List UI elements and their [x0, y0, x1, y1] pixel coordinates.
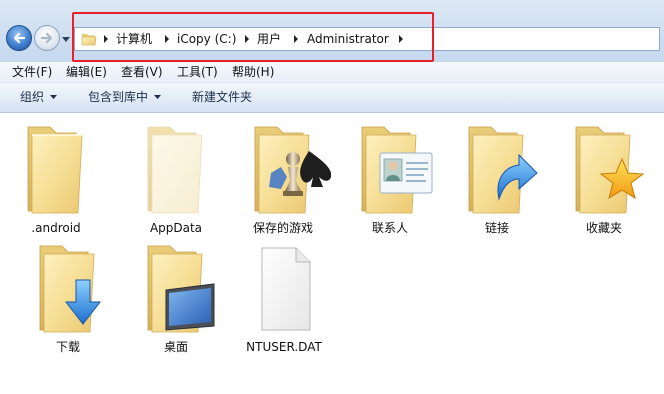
- forward-arrow-icon: [40, 32, 53, 44]
- saved-games-folder-icon: [254, 126, 331, 214]
- file-item-downloads[interactable]: 下载: [20, 236, 116, 354]
- file-item-contacts[interactable]: 联系人: [342, 117, 438, 235]
- organize-dropdown-icon[interactable]: [50, 95, 57, 99]
- include-in-library-dropdown-icon[interactable]: [154, 95, 161, 99]
- folder-icon: [27, 126, 83, 214]
- file-name: NTUSER.DAT: [246, 340, 322, 354]
- file-item-favorites[interactable]: 收藏夹: [556, 117, 652, 235]
- menu-help[interactable]: 帮助(H): [232, 65, 274, 79]
- forward-button[interactable]: [34, 25, 60, 51]
- file-name: 链接: [484, 221, 509, 235]
- favorites-folder-icon: [575, 126, 645, 214]
- file-icon: [261, 247, 311, 331]
- file-item-desktop[interactable]: 桌面: [128, 236, 224, 354]
- include-in-library-button[interactable]: 包含到库中: [88, 90, 148, 104]
- address-bar-row: 计算机 iCopy (C:) 用户 Administrator: [0, 0, 664, 62]
- annotation-highlight-box: [72, 12, 434, 62]
- file-name: 收藏夹: [585, 221, 622, 235]
- file-list: .android AppData 保存的游戏 联系人 链接 收藏夹 下载 桌面 …: [0, 113, 664, 394]
- file-item-appdata[interactable]: AppData: [128, 117, 224, 235]
- file-name: 桌面: [163, 340, 188, 354]
- back-arrow-icon: [13, 32, 26, 44]
- menu-bar: 文件(F) 编辑(E) 查看(V) 工具(T) 帮助(H): [0, 62, 664, 83]
- history-dropdown-icon[interactable]: [62, 35, 70, 43]
- menu-view[interactable]: 查看(V): [121, 65, 163, 79]
- menu-file[interactable]: 文件(F): [12, 65, 52, 79]
- file-name: .android: [31, 221, 81, 235]
- menu-edit[interactable]: 编辑(E): [66, 65, 107, 79]
- desktop-folder-icon: [147, 245, 215, 333]
- contacts-folder-icon: [361, 126, 433, 214]
- menu-tools[interactable]: 工具(T): [177, 65, 218, 79]
- file-name: 保存的游戏: [252, 221, 313, 235]
- file-item-ntuser[interactable]: NTUSER.DAT: [236, 236, 332, 354]
- file-item-saved-games[interactable]: 保存的游戏: [235, 117, 331, 235]
- file-name: AppData: [149, 221, 203, 235]
- organize-button[interactable]: 组织: [20, 90, 44, 104]
- file-item-links[interactable]: 链接: [449, 117, 545, 235]
- links-folder-icon: [468, 126, 538, 214]
- new-folder-button[interactable]: 新建文件夹: [192, 90, 252, 104]
- file-name: 联系人: [371, 221, 408, 235]
- back-button[interactable]: [6, 25, 32, 51]
- command-bar: 组织 包含到库中 新建文件夹: [0, 83, 664, 113]
- file-name: 下载: [55, 340, 80, 354]
- file-item-android[interactable]: .android: [8, 117, 104, 235]
- downloads-folder-icon: [39, 245, 102, 333]
- hidden-folder-icon: [147, 126, 203, 214]
